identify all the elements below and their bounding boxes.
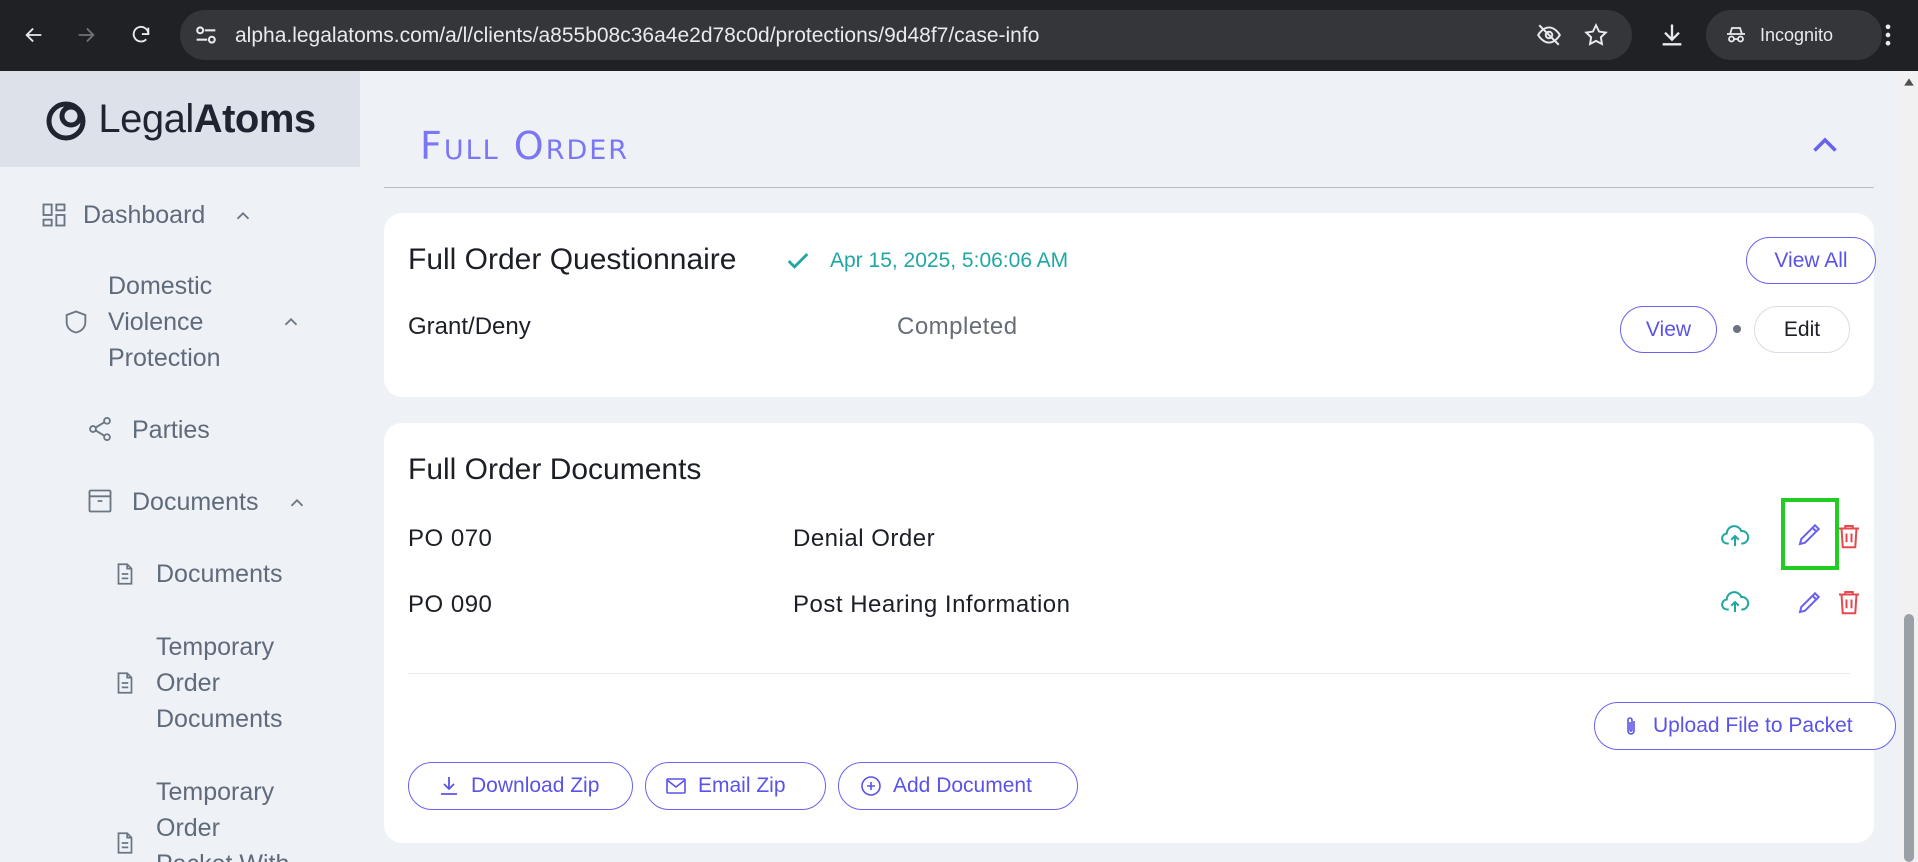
sidebar-item-documents-group[interactable]: Documents [132, 484, 258, 520]
document-name: Denial Order [793, 525, 936, 552]
address-bar[interactable]: alpha.legalatoms.com/a/l/clients/a855b08… [180, 10, 1632, 60]
star-icon[interactable] [1583, 22, 1609, 48]
cloud-upload-icon [1721, 525, 1750, 546]
incognito-label: Incognito [1760, 24, 1834, 45]
section-title: Full Order [420, 124, 630, 168]
edit-button[interactable]: Edit [1754, 306, 1850, 353]
sidebar-item-temporary-order-documents[interactable]: Temporary Order Documents [156, 629, 282, 737]
browser-toolbar: alpha.legalatoms.com/a/l/clients/a855b08… [0, 0, 1918, 71]
incognito-icon [1727, 27, 1745, 43]
cloud-upload-icon [1721, 591, 1750, 612]
arrow-left-icon [25, 27, 42, 43]
sidebar-item-parties[interactable]: Parties [132, 412, 210, 448]
document-code: PO 090 [408, 591, 493, 618]
chevron-up-icon[interactable] [1807, 128, 1843, 164]
file-text-icon [117, 563, 133, 585]
reload-button[interactable] [121, 15, 161, 55]
documents-card: Full Order Documents PO 070 Denial Order… [384, 423, 1896, 843]
download-zip-button[interactable]: Download Zip [408, 762, 633, 810]
sidebar-item-temporary-order-packet[interactable]: Temporary Order Packet With [156, 774, 289, 862]
view-all-button[interactable]: View All [1746, 237, 1876, 284]
questionnaire-card: Full Order Questionnaire Apr 15, 2025, 5… [384, 213, 1876, 397]
site-info-icon[interactable] [192, 21, 220, 49]
trash-icon [1839, 591, 1859, 615]
add-document-button[interactable]: Add Document [838, 762, 1078, 810]
document-code: PO 070 [408, 525, 493, 552]
eye-off-icon[interactable] [1536, 22, 1562, 48]
dashboard-icon [42, 203, 66, 227]
shield-icon [65, 310, 87, 334]
document-name: Post Hearing Information [793, 591, 1071, 618]
sidebar-item-dashboard[interactable]: Dashboard [83, 197, 205, 233]
section-divider [384, 187, 1874, 188]
paperclip-icon [1627, 717, 1635, 735]
questionnaire-title: Full Order Questionnaire [408, 243, 737, 276]
edit-document-button[interactable] [1781, 498, 1839, 570]
plus-circle-icon [861, 776, 881, 796]
pencil-icon [1798, 591, 1821, 614]
sidebar-item-domestic-violence-protection[interactable]: Domestic Violence Protection [108, 268, 221, 376]
back-button[interactable] [14, 15, 54, 55]
pencil-icon [1798, 523, 1821, 546]
file-text-icon [117, 832, 133, 854]
chevron-up-icon[interactable] [280, 311, 302, 333]
chevron-up-icon[interactable] [232, 205, 254, 227]
logo[interactable]: LegalAtoms [0, 71, 360, 167]
scrollbar-thumb[interactable] [1904, 614, 1914, 862]
separator-dot [1733, 325, 1741, 333]
questionnaire-row-label: Grant/Deny [408, 313, 531, 340]
mail-icon [666, 778, 686, 794]
arrow-right-icon [78, 27, 95, 43]
email-zip-button[interactable]: Email Zip [645, 762, 826, 810]
archive-icon [88, 489, 112, 513]
legalatoms-logo-icon [46, 101, 86, 141]
questionnaire-row-status: Completed [897, 313, 1018, 340]
delete-document-button[interactable] [1832, 585, 1866, 619]
upload-file-to-packet-button[interactable]: Upload File to Packet [1594, 702, 1896, 750]
sidebar: LegalAtoms Dashboard Domestic Violence P… [0, 71, 360, 862]
view-button[interactable]: View [1620, 306, 1717, 353]
delete-document-button[interactable] [1832, 519, 1866, 553]
url-text[interactable]: alpha.legalatoms.com/a/l/clients/a855b08… [235, 24, 1039, 48]
incognito-badge[interactable]: Incognito [1706, 10, 1882, 60]
chevron-up-icon[interactable] [286, 492, 308, 514]
trash-icon [1839, 525, 1859, 549]
documents-title: Full Order Documents [408, 453, 702, 486]
main-content: Full Order Full Order Questionnaire Apr … [360, 71, 1900, 862]
documents-divider [408, 673, 1850, 674]
kebab-menu-icon[interactable] [1874, 21, 1902, 49]
file-text-icon [117, 672, 133, 694]
completed-timestamp: Apr 15, 2025, 5:06:06 AM [830, 249, 1069, 272]
forward-button[interactable] [66, 15, 106, 55]
edit-document-button[interactable] [1793, 585, 1827, 619]
share-icon [89, 416, 111, 442]
sidebar-item-documents[interactable]: Documents [156, 556, 282, 592]
check-icon [787, 253, 809, 269]
upload-cloud-button[interactable] [1718, 519, 1752, 553]
logo-text: LegalAtoms [98, 96, 316, 141]
upload-cloud-button[interactable] [1718, 585, 1752, 619]
download-icon[interactable] [1658, 21, 1686, 49]
download-icon [441, 777, 457, 795]
scroll-up-arrow-icon[interactable] [1903, 76, 1915, 88]
reload-icon [132, 25, 150, 43]
